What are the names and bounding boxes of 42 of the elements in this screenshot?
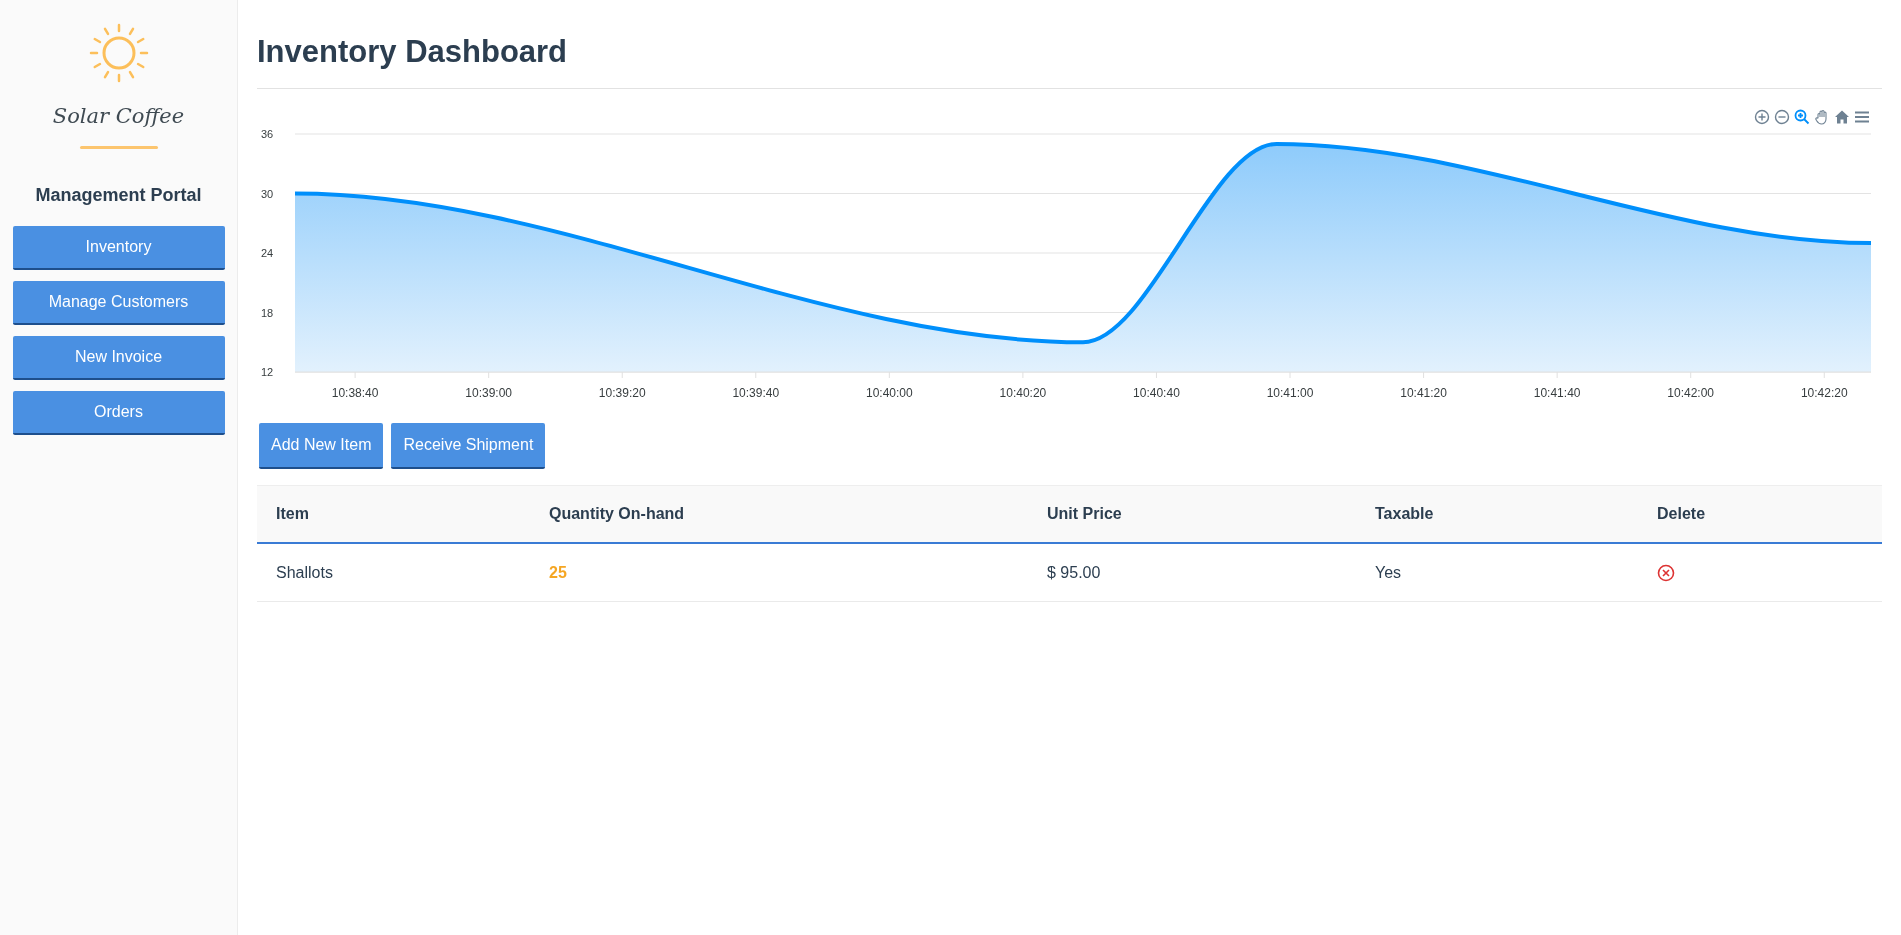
zoom-in-icon[interactable] <box>1754 109 1770 125</box>
y-axis-label: 18 <box>261 306 274 319</box>
x-axis-label: 10:40:40 <box>1133 386 1180 400</box>
y-axis-label: 30 <box>261 187 274 200</box>
x-axis-label: 10:39:40 <box>732 386 780 400</box>
x-axis-label: 10:41:00 <box>1266 386 1314 400</box>
action-button[interactable]: Receive Shipment <box>391 423 546 469</box>
menu-icon[interactable] <box>1854 109 1870 125</box>
zoom-out-icon[interactable] <box>1774 109 1790 125</box>
table-cell: Yes <box>1356 543 1638 602</box>
hand-icon[interactable] <box>1814 109 1830 125</box>
page-title: Inventory Dashboard <box>257 34 1882 89</box>
x-axis-label: 10:39:00 <box>465 386 512 400</box>
y-axis-label: 24 <box>261 247 274 259</box>
column-header: Unit Price <box>1028 485 1356 543</box>
y-axis-label: 36 <box>261 128 274 140</box>
delete-icon[interactable] <box>1657 563 1675 582</box>
home-icon[interactable] <box>1834 109 1850 125</box>
x-axis-label: 10:40:20 <box>999 386 1047 400</box>
action-button[interactable]: Add New Item <box>259 423 384 469</box>
x-axis-label: 10:42:20 <box>1800 386 1848 400</box>
nav-button[interactable]: Orders <box>12 391 225 435</box>
x-axis-label: 10:38:40 <box>331 386 379 400</box>
column-header: Taxable <box>1356 485 1638 543</box>
quantity-cell: 25 <box>530 543 1028 602</box>
brand-name: Solar Coffee <box>52 104 185 128</box>
sidebar-heading: Management Portal <box>35 185 202 206</box>
nav-button[interactable]: Manage Customers <box>12 281 225 325</box>
zoom-icon[interactable] <box>1794 109 1810 125</box>
table-cell: Shallots <box>257 543 530 602</box>
x-axis-label: 10:39:20 <box>598 386 646 400</box>
table-cell: $ 95.00 <box>1028 543 1356 602</box>
x-axis-label: 10:41:40 <box>1533 386 1581 400</box>
x-axis-label: 10:40:00 <box>866 386 913 400</box>
column-header: Delete <box>1638 485 1882 543</box>
y-axis-label: 12 <box>261 366 274 378</box>
x-axis-label: 10:41:20 <box>1400 386 1447 400</box>
x-axis-label: 10:42:00 <box>1667 386 1715 400</box>
nav-button[interactable]: Inventory <box>12 226 225 270</box>
column-header: Item <box>257 485 530 543</box>
nav-button[interactable]: New Invoice <box>12 336 225 380</box>
column-header: Quantity On-hand <box>530 485 1028 543</box>
